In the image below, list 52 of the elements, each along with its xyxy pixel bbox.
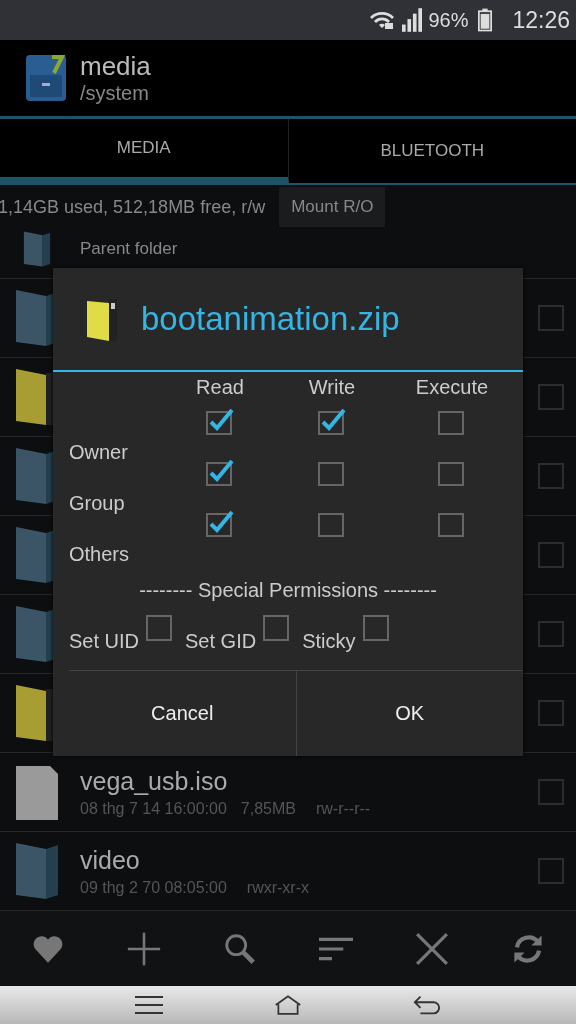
file-date: 08 thg 7 14 16:00:00 bbox=[80, 799, 227, 818]
checkbox[interactable] bbox=[205, 457, 235, 487]
special-label: Set UID bbox=[69, 630, 140, 653]
row-checkbox[interactable] bbox=[538, 463, 564, 489]
mount-button[interactable]: Mount R/O bbox=[279, 187, 386, 227]
file-name: Parent folder bbox=[80, 239, 178, 259]
file-size: 7,85MB bbox=[240, 799, 296, 818]
file-permissions: rwxr-xr-x bbox=[246, 878, 309, 897]
menu-icon[interactable] bbox=[135, 994, 164, 1016]
wifi-icon bbox=[368, 10, 397, 30]
search-icon[interactable] bbox=[223, 931, 257, 966]
row-label: Group bbox=[69, 491, 126, 516]
special-label: Sticky bbox=[302, 630, 356, 653]
column-label: Write bbox=[307, 376, 357, 400]
close-icon[interactable] bbox=[415, 931, 449, 966]
file-name: vega_usb.iso bbox=[80, 766, 229, 796]
special-label: Set GID bbox=[185, 630, 257, 653]
tab[interactable]: MEDIA bbox=[0, 119, 289, 185]
special-heading: -------- Special Permissions -------- bbox=[138, 579, 438, 602]
column-label: Execute bbox=[414, 376, 490, 400]
file-permissions: rw-r--r-- bbox=[315, 799, 371, 818]
dialog-title: bootanimation.zip bbox=[141, 300, 400, 338]
home-icon[interactable] bbox=[274, 994, 302, 1016]
row-checkbox[interactable] bbox=[538, 305, 564, 331]
row-checkbox[interactable] bbox=[538, 779, 564, 805]
folder-title: media bbox=[80, 51, 151, 81]
row-checkbox[interactable] bbox=[538, 621, 564, 647]
row-checkbox[interactable] bbox=[538, 542, 564, 568]
file-name: video bbox=[80, 845, 141, 875]
checkbox[interactable] bbox=[317, 406, 347, 436]
back-icon[interactable] bbox=[412, 994, 441, 1016]
plus-icon[interactable] bbox=[127, 931, 161, 966]
clock: 12:26 bbox=[512, 6, 570, 34]
signal-icon bbox=[402, 8, 423, 32]
checkbox[interactable] bbox=[205, 508, 235, 538]
battery-percent: 96% bbox=[428, 8, 469, 32]
row-label: Others bbox=[69, 542, 131, 567]
row-label: Owner bbox=[69, 440, 129, 465]
folder-path: /system bbox=[80, 81, 150, 105]
checkbox[interactable] bbox=[361, 612, 392, 642]
row-checkbox[interactable] bbox=[538, 384, 564, 410]
tab[interactable]: BLUETOOTH bbox=[288, 119, 576, 185]
battery-icon bbox=[478, 8, 493, 32]
column-label: Read bbox=[195, 376, 245, 400]
checkbox[interactable] bbox=[205, 406, 235, 436]
file-date: 09 thg 2 70 08:05:00 bbox=[80, 878, 227, 897]
row-checkbox[interactable] bbox=[538, 858, 564, 884]
row-checkbox[interactable] bbox=[538, 700, 564, 726]
dialog-button[interactable]: OK bbox=[296, 671, 523, 756]
storage-info: 1,14GB used, 512,18MB free, r/w bbox=[0, 196, 266, 218]
dialog-button[interactable]: Cancel bbox=[69, 671, 297, 756]
cabinet-icon bbox=[24, 53, 68, 103]
